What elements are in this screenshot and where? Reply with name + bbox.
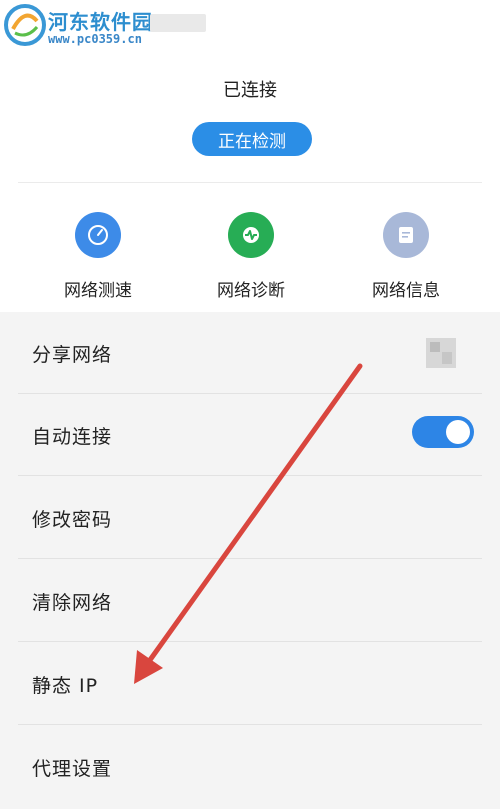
menu-item-static-ip[interactable]: 静态 IP xyxy=(0,643,500,725)
connection-status: 已连接 xyxy=(223,80,277,101)
watermark-title: 河东软件园 xyxy=(48,10,153,34)
document-icon xyxy=(383,212,429,258)
divider xyxy=(18,641,482,642)
network-speed-test-label: 网络测速 xyxy=(64,281,132,301)
detecting-button[interactable]: 正在检测 xyxy=(192,122,312,156)
menu-item-label: 静态 IP xyxy=(32,675,99,697)
blurred-region xyxy=(150,14,206,32)
qr-code-icon[interactable] xyxy=(426,338,456,368)
menu-item-label: 分享网络 xyxy=(32,344,113,366)
network-info-label: 网络信息 xyxy=(372,281,440,301)
menu-item-label: 代理设置 xyxy=(32,758,113,780)
speedometer-icon xyxy=(75,212,121,258)
divider xyxy=(18,182,482,183)
divider xyxy=(18,475,482,476)
network-info[interactable]: 网络信息 xyxy=(346,212,466,301)
menu-item-label: 修改密码 xyxy=(32,509,113,531)
auto-connect-toggle[interactable] xyxy=(412,416,474,448)
menu-item-share-network[interactable]: 分享网络 xyxy=(0,312,500,394)
watermark: 河东软件园 www.pc0359.cn xyxy=(0,0,220,50)
toggle-knob xyxy=(446,420,470,444)
menu-item-label: 清除网络 xyxy=(32,592,113,614)
divider xyxy=(18,724,482,725)
menu-item-label: 自动连接 xyxy=(32,426,113,448)
watermark-url: www.pc0359.cn xyxy=(48,32,142,46)
menu-item-auto-connect[interactable]: 自动连接 xyxy=(0,394,500,476)
menu-item-proxy-settings[interactable]: 代理设置 xyxy=(0,726,500,808)
menu-item-clear-network[interactable]: 清除网络 xyxy=(0,560,500,642)
pulse-icon xyxy=(228,212,274,258)
network-diagnosis-label: 网络诊断 xyxy=(217,281,285,301)
watermark-logo-icon xyxy=(4,4,46,46)
divider xyxy=(18,558,482,559)
network-speed-test[interactable]: 网络测速 xyxy=(38,212,158,301)
menu-item-change-password[interactable]: 修改密码 xyxy=(0,477,500,559)
network-diagnosis[interactable]: 网络诊断 xyxy=(191,212,311,301)
settings-menu: 分享网络 自动连接 修改密码 清除网络 静态 IP 代理设置 xyxy=(0,312,500,809)
